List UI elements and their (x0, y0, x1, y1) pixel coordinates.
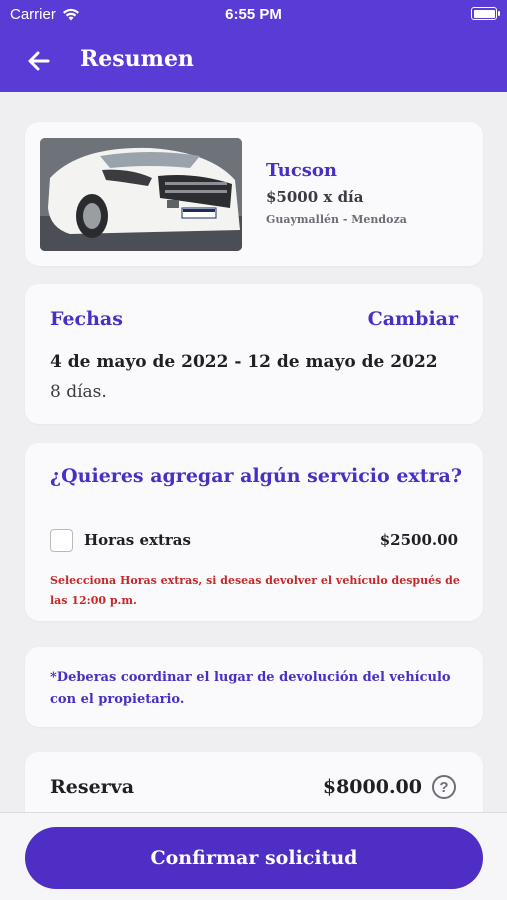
vehicle-location: Guaymallén - Mendoza (266, 213, 407, 226)
battery-fill (473, 9, 495, 18)
vehicle-name: Tucson (266, 160, 338, 181)
vehicle-price: $5000 x día (266, 188, 364, 206)
bottom-bar: Confirmar solicitud (0, 812, 507, 900)
reserve-label: Reserva (50, 776, 135, 798)
white-suv-photo (40, 138, 242, 251)
extra-hours-price: $2500.00 (379, 531, 458, 549)
extras-title: ¿Quieres agregar algún servicio extra? (50, 465, 462, 487)
extra-hours-label[interactable]: Horas extras (84, 531, 191, 549)
extra-hours-note: Selecciona Horas extras, si deseas devol… (50, 574, 460, 607)
car-illustration (40, 138, 242, 251)
dates-title: Fechas (50, 308, 123, 330)
arrow-left-icon (28, 51, 50, 71)
extra-hours-checkbox[interactable] (50, 529, 73, 552)
return-notice-text: *Deberas coordinar el lugar de devolució… (50, 670, 451, 707)
date-range: 4 de mayo de 2022 - 12 de mayo de 2022 (50, 352, 438, 372)
back-button[interactable] (24, 46, 54, 76)
question-circle-icon[interactable]: ? (432, 775, 456, 799)
vehicle-card: Tucson $5000 x día Guaymallén - Mendoza (25, 122, 483, 266)
page-title: Resumen (80, 46, 194, 72)
reserve-amount: $8000.00 (322, 776, 422, 798)
extras-card: ¿Quieres agregar algún servicio extra? H… (25, 443, 483, 621)
days-count: 8 días. (50, 382, 107, 402)
change-dates-link[interactable]: Cambiar (368, 308, 458, 330)
app-header: Resumen (0, 30, 507, 92)
clock: 6:55 PM (225, 6, 282, 23)
status-bar: Carrier 6:55 PM (0, 0, 507, 30)
confirm-request-button[interactable]: Confirmar solicitud (25, 827, 483, 889)
dates-card: Fechas Cambiar 4 de mayo de 2022 - 12 de… (25, 284, 483, 424)
return-notice-card: *Deberas coordinar el lugar de devolució… (25, 647, 483, 727)
battery-icon (471, 7, 500, 20)
